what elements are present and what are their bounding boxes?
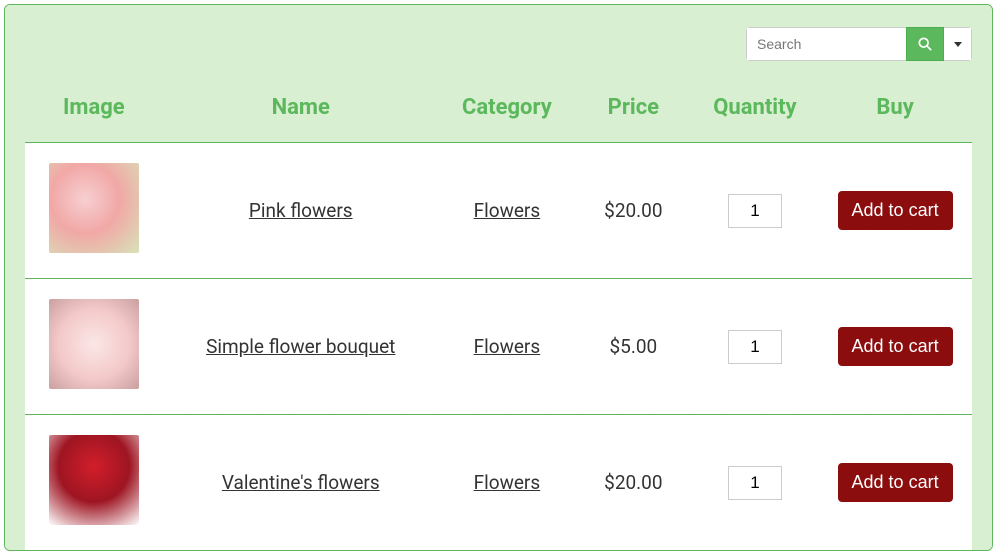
quantity-input[interactable] — [728, 466, 782, 500]
product-thumbnail — [49, 435, 139, 525]
quantity-input[interactable] — [728, 330, 782, 364]
cell-buy: Add to cart — [818, 143, 972, 279]
product-panel: Image Name Category Price Quantity Buy P… — [4, 4, 993, 551]
product-thumbnail — [49, 163, 139, 253]
product-price: $20.00 — [604, 199, 662, 222]
cell-name: Pink flowers — [163, 143, 439, 279]
cell-category: Flowers — [439, 415, 575, 551]
add-to-cart-button[interactable]: Add to cart — [838, 327, 953, 366]
col-header-category: Category — [439, 85, 575, 142]
product-category-link[interactable]: Flowers — [474, 199, 541, 222]
cell-image — [25, 279, 163, 415]
product-name-link[interactable]: Simple flower bouquet — [206, 335, 395, 358]
cell-quantity — [692, 415, 818, 551]
table-row: Valentine's flowers Flowers $20.00 Add to c… — [25, 415, 972, 551]
cell-image — [25, 415, 163, 551]
cell-price: $20.00 — [575, 143, 692, 279]
cell-buy: Add to cart — [818, 415, 972, 551]
cell-image — [25, 143, 163, 279]
cell-quantity — [692, 279, 818, 415]
product-category-link[interactable]: Flowers — [474, 471, 541, 494]
search-dropdown-toggle[interactable] — [944, 27, 972, 61]
search-button[interactable] — [906, 27, 944, 61]
search-input[interactable] — [746, 27, 906, 61]
panel-header: Image Name Category Price Quantity Buy P… — [5, 5, 992, 550]
product-name-link[interactable]: Valentine's flowers — [222, 471, 380, 494]
cell-category: Flowers — [439, 143, 575, 279]
product-thumbnail — [49, 299, 139, 389]
product-table: Image Name Category Price Quantity Buy P… — [25, 85, 972, 550]
chevron-down-icon — [954, 42, 962, 47]
cell-name: Valentine's flowers — [163, 415, 439, 551]
table-row: Simple flower bouquet Flowers $5.00 Add to … — [25, 279, 972, 415]
add-to-cart-button[interactable]: Add to cart — [838, 191, 953, 230]
search-row — [25, 27, 972, 61]
cell-category: Flowers — [439, 279, 575, 415]
cell-name: Simple flower bouquet — [163, 279, 439, 415]
col-header-quantity: Quantity — [692, 85, 818, 142]
quantity-input[interactable] — [728, 194, 782, 228]
col-header-buy: Buy — [818, 85, 972, 142]
table-row: Pink flowers Flowers $20.00 Add to cart — [25, 143, 972, 279]
cell-price: $5.00 — [575, 279, 692, 415]
search-icon — [918, 37, 932, 51]
search-group — [746, 27, 972, 61]
add-to-cart-button[interactable]: Add to cart — [838, 463, 953, 502]
col-header-image: Image — [25, 85, 163, 142]
cell-price: $20.00 — [575, 415, 692, 551]
cell-buy: Add to cart — [818, 279, 972, 415]
product-price: $20.00 — [604, 471, 662, 494]
product-price: $5.00 — [609, 335, 657, 358]
product-name-link[interactable]: Pink flowers — [249, 199, 353, 222]
col-header-name: Name — [163, 85, 439, 142]
col-header-price: Price — [575, 85, 692, 142]
product-category-link[interactable]: Flowers — [474, 335, 541, 358]
cell-quantity — [692, 143, 818, 279]
table-header-row: Image Name Category Price Quantity Buy — [25, 85, 972, 142]
